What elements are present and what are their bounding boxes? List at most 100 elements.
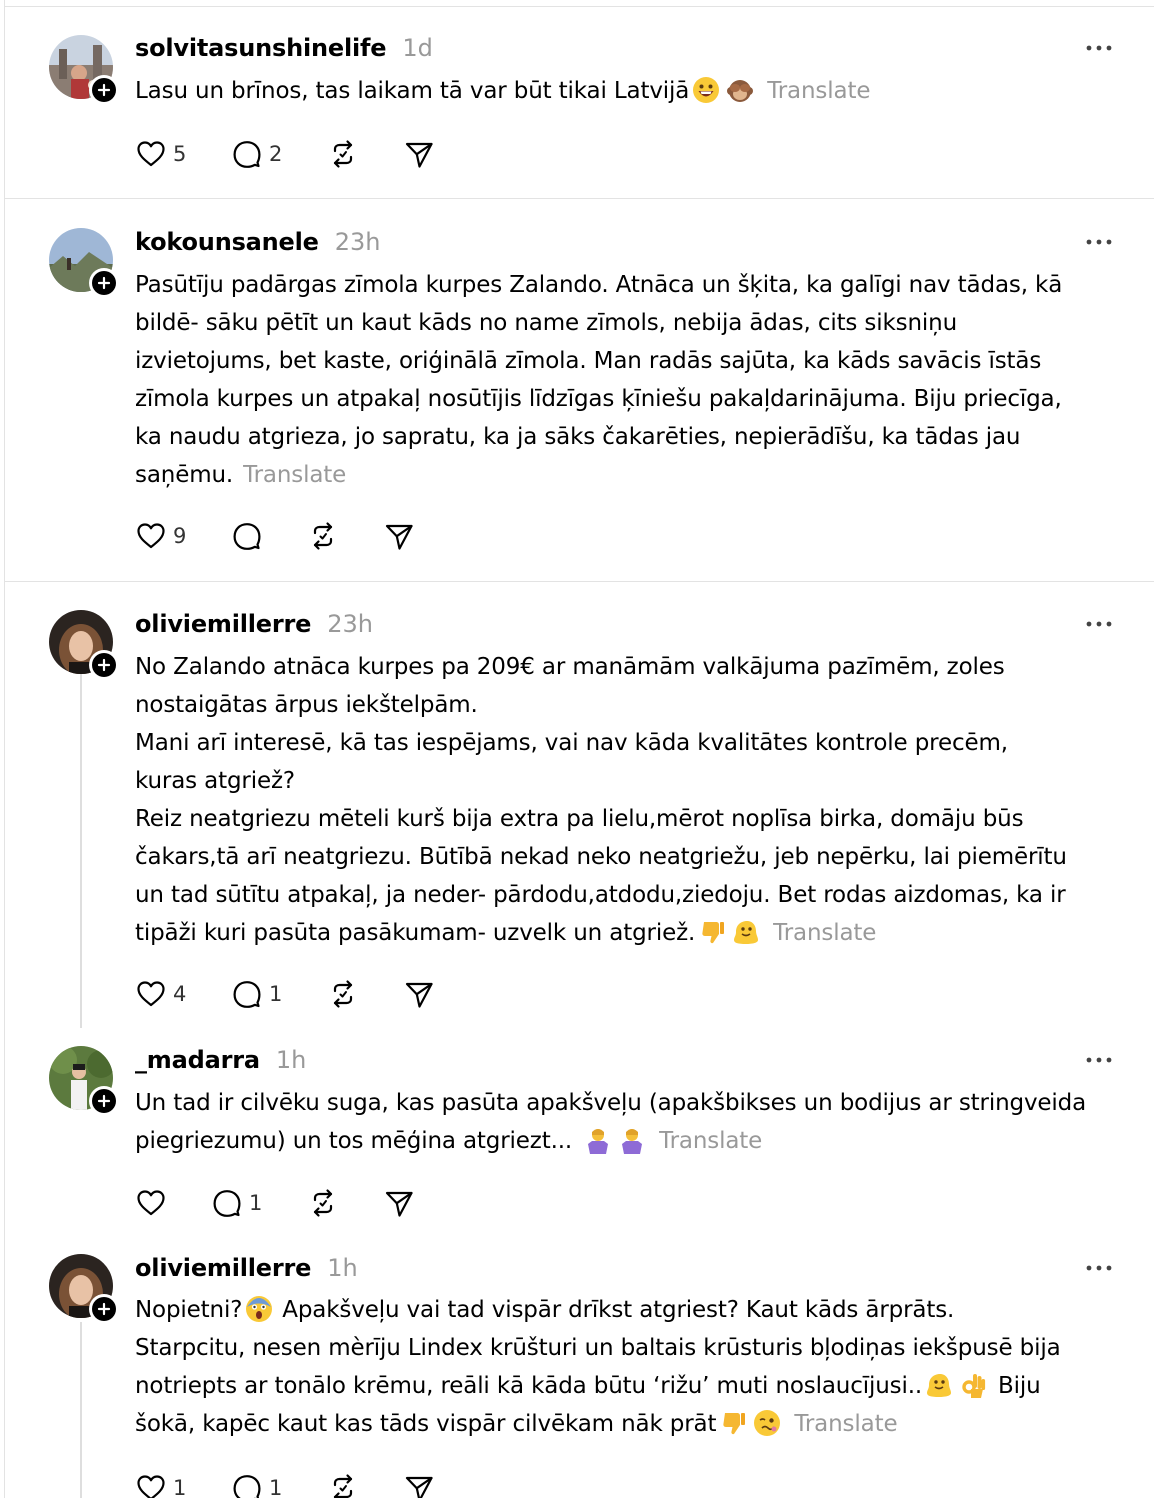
- avatar[interactable]: [49, 1046, 119, 1116]
- post-text-line: nostaigātas ārpus iekštelpām.: [135, 692, 478, 718]
- translate-link[interactable]: Translate: [773, 920, 876, 946]
- post-text: Lasu un brīnos, tas laikam tā var būt ti…: [135, 72, 1119, 110]
- translate-link[interactable]: Translate: [794, 1411, 897, 1437]
- timestamp[interactable]: 1h: [327, 1254, 357, 1282]
- follow-button[interactable]: [89, 1086, 119, 1116]
- share-button[interactable]: [383, 1183, 443, 1223]
- more-button[interactable]: [1085, 608, 1113, 640]
- username[interactable]: _madarra: [135, 1046, 260, 1074]
- plus-icon: [96, 1301, 112, 1317]
- avatar[interactable]: [49, 610, 119, 680]
- post-text-line: saņēmu.: [135, 462, 234, 488]
- send-icon: [403, 978, 435, 1010]
- avatar[interactable]: [49, 1254, 119, 1324]
- repost-button[interactable]: [327, 974, 403, 1014]
- post-text-line: ka naudu atgrieza, jo sapratu, ka ja sāk…: [135, 424, 1021, 450]
- translate-link[interactable]: Translate: [659, 1128, 762, 1154]
- post-text-line: un tad sūtītu atpakaļ, ja neder- pārdodu…: [135, 882, 1066, 908]
- heart-icon: [135, 520, 167, 552]
- reply-count: 1: [269, 982, 283, 1006]
- like-count: 4: [173, 982, 187, 1006]
- reply-button[interactable]: 1: [231, 1468, 327, 1498]
- follow-button[interactable]: [89, 75, 119, 105]
- repost-button[interactable]: [307, 1183, 383, 1223]
- username[interactable]: solvitasunshinelife: [135, 34, 387, 62]
- like-button[interactable]: [135, 1183, 211, 1223]
- post-text-line: Biju: [998, 1373, 1041, 1399]
- melting-face-icon: [925, 1371, 953, 1399]
- send-icon: [403, 1472, 435, 1498]
- timestamp[interactable]: 23h: [335, 228, 381, 256]
- follow-button[interactable]: [89, 268, 119, 298]
- post-item: solvitasunshinelife 1d Lasu un brīnos, t…: [5, 7, 1154, 199]
- woozy-face-icon: [753, 1409, 781, 1437]
- timestamp[interactable]: 23h: [327, 610, 373, 638]
- replies-feed: solvitasunshinelife 1d Lasu un brīnos, t…: [4, 0, 1154, 1498]
- follow-button[interactable]: [89, 1294, 119, 1324]
- more-icon: [1085, 1056, 1113, 1064]
- share-button[interactable]: [403, 974, 463, 1014]
- repost-button[interactable]: [327, 134, 403, 174]
- post-text: Un tad ir cilvēku suga, kas pasūta apakš…: [135, 1084, 1119, 1160]
- follow-button[interactable]: [89, 650, 119, 680]
- like-count: 1: [173, 1476, 187, 1498]
- share-button[interactable]: [403, 134, 463, 174]
- comment-icon: [231, 520, 263, 552]
- woman-shrugging-icon: [618, 1126, 646, 1154]
- post-item: oliviemillerre 1h Nopietni? Apakšveļu vai…: [5, 1244, 1154, 1498]
- more-button[interactable]: [1085, 1252, 1113, 1284]
- post-text-line: Reiz neatgriezu mēteli kurš bija extra p…: [135, 806, 1024, 832]
- like-count: 5: [173, 142, 187, 166]
- action-bar: 1 1: [135, 1468, 463, 1498]
- comment-icon: [231, 138, 263, 170]
- post-text-line: notriepts ar tonālo krēmu, reāli kā kāda…: [135, 1373, 923, 1399]
- more-icon: [1085, 1264, 1113, 1272]
- send-icon: [383, 520, 415, 552]
- heart-icon: [135, 1187, 167, 1219]
- like-count: 9: [173, 524, 187, 548]
- comment-icon: [211, 1187, 243, 1219]
- plus-icon: [96, 657, 112, 673]
- avatar[interactable]: [49, 35, 119, 105]
- heart-icon: [135, 978, 167, 1010]
- share-button[interactable]: [383, 516, 443, 556]
- reply-button[interactable]: 1: [231, 974, 327, 1014]
- reply-button[interactable]: [231, 516, 307, 556]
- username[interactable]: oliviemillerre: [135, 1254, 311, 1282]
- action-bar: 9: [135, 516, 443, 556]
- like-button[interactable]: 1: [135, 1468, 231, 1498]
- reply-button[interactable]: 1: [211, 1183, 307, 1223]
- username[interactable]: kokounsanele: [135, 228, 319, 256]
- post-text-line: Pasūtīju padārgas zīmola kurpes Zalando.…: [135, 272, 1063, 298]
- more-icon: [1085, 238, 1113, 246]
- reply-button[interactable]: 2: [231, 134, 327, 174]
- timestamp[interactable]: 1d: [402, 34, 433, 62]
- post-text: No Zalando atnāca kurpes pa 209€ ar manā…: [135, 648, 1119, 952]
- repost-icon: [327, 1472, 359, 1498]
- translate-link[interactable]: Translate: [243, 462, 346, 488]
- ok-hand-icon: [959, 1371, 987, 1399]
- action-bar: 1: [135, 1183, 443, 1223]
- post-text-line: zīmola kurpes un atpakaļ nosūtījis līdzī…: [135, 386, 1062, 412]
- avatar[interactable]: [49, 228, 119, 298]
- more-button[interactable]: [1085, 226, 1113, 258]
- like-button[interactable]: 5: [135, 134, 231, 174]
- share-button[interactable]: [403, 1468, 463, 1498]
- more-button[interactable]: [1085, 1044, 1113, 1076]
- post-text-line: Starpcitu, nesen mèrīju Lindex krūšturi …: [135, 1335, 1061, 1361]
- more-button[interactable]: [1085, 32, 1113, 64]
- send-icon: [403, 138, 435, 170]
- repost-icon: [327, 138, 359, 170]
- plus-icon: [96, 275, 112, 291]
- like-button[interactable]: 4: [135, 974, 231, 1014]
- post-text-line: Mani arī interesē, kā tas iespējams, vai…: [135, 730, 1008, 756]
- repost-button[interactable]: [307, 516, 383, 556]
- like-button[interactable]: 9: [135, 516, 231, 556]
- translate-link[interactable]: Translate: [767, 78, 870, 104]
- thread-line: [80, 670, 82, 1028]
- repost-button[interactable]: [327, 1468, 403, 1498]
- reply-count: 1: [249, 1191, 263, 1215]
- post-text-line: Un tad ir cilvēku suga, kas pasūta apakš…: [135, 1090, 1087, 1116]
- username[interactable]: oliviemillerre: [135, 610, 311, 638]
- timestamp[interactable]: 1h: [276, 1046, 306, 1074]
